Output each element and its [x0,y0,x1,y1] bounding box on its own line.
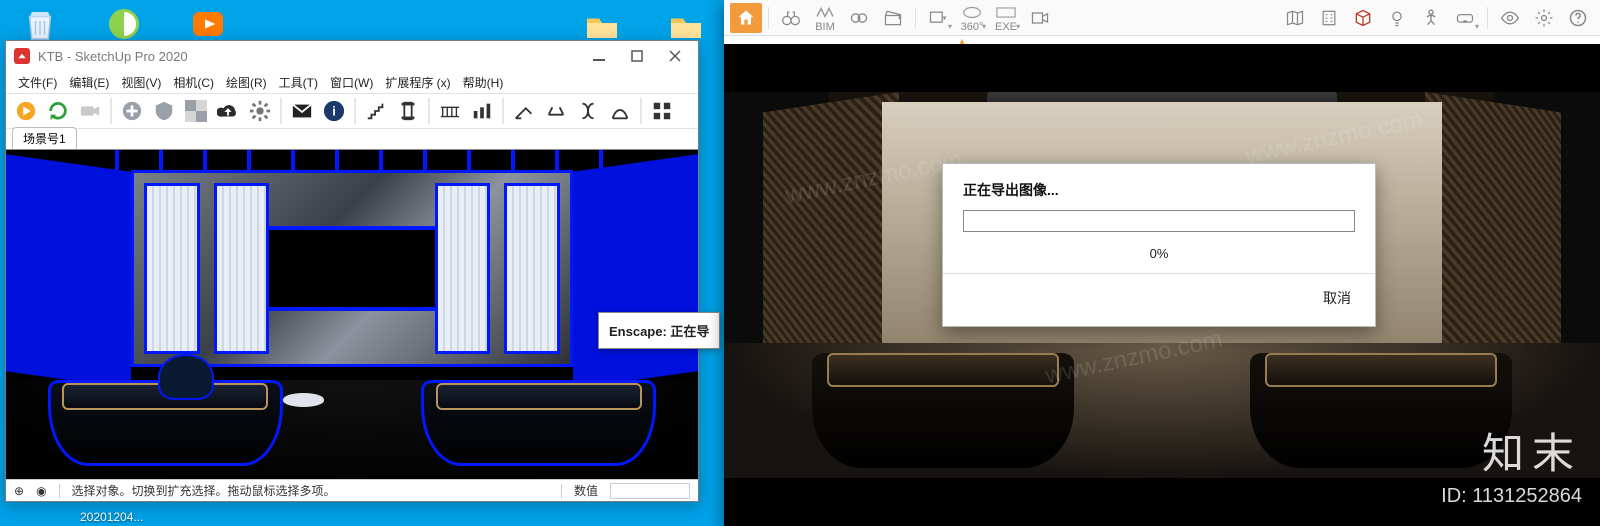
building-icon[interactable] [1313,3,1345,33]
railing-icon[interactable] [436,97,464,125]
enscape-popup-rest: 正在导 [667,324,710,339]
cancel-button[interactable]: 取消 [1319,284,1355,312]
search-binoculars-icon[interactable] [843,3,875,33]
info-icon[interactable]: i [320,97,348,125]
shield-icon[interactable] [150,97,178,125]
scene-tabs: 场景号1 [6,129,698,149]
home-icon[interactable] [730,3,762,33]
status-help-text: 选择对象。切换到扩充选择。拖动鼠标选择多项。 [72,482,336,499]
video-export-icon[interactable] [1024,3,1056,33]
checker-icon[interactable] [182,97,210,125]
desktop-file-label: 20201204... [80,510,143,524]
bim-label: BIM [815,22,835,33]
settings-gear-icon[interactable] [1528,3,1560,33]
main-toolbar: i [6,93,698,129]
grid-icon[interactable] [648,97,676,125]
menu-ext[interactable]: 扩展程序 (x) [381,72,454,93]
active-tool-caret: ▴ [724,36,1600,44]
watermark: 知末 ID: 1131252864 [1441,420,1582,508]
enscape-toolbar: BIM ▾ 360°▾ EXE▾ ▾ [724,0,1600,36]
map-icon[interactable] [1279,3,1311,33]
tool3-icon[interactable] [574,97,602,125]
menu-window[interactable]: 窗口(W) [326,72,377,93]
exe-label: EXE [995,22,1017,33]
export-progress-bar [963,210,1355,232]
watermark-id: ID: 1131252864 [1441,485,1582,508]
export-dialog: 正在导出图像... 0% 取消 [942,163,1376,327]
help-icon[interactable] [1562,3,1594,33]
pano-button[interactable]: 360°▾ [956,3,988,33]
pano-label: 360° [961,22,984,33]
enscape-status-popup: Enscape: 正在导 [598,312,720,349]
toolbar-separator [110,98,112,124]
eye-icon[interactable] [1494,3,1526,33]
binoculars-icon[interactable] [775,3,807,33]
menu-view[interactable]: 视图(V) [117,72,165,93]
cloud-upload-icon[interactable] [214,97,242,125]
tool4-icon[interactable] [606,97,634,125]
toolbar-separator [502,98,504,124]
toolbar-separator [280,98,282,124]
enscape-popup-prefix: Enscape: [609,324,667,339]
sketchup-window: KTB - SketchUp Pro 2020 文件(F) 编辑(E) 视图(V… [5,40,699,502]
window-title: KTB - SketchUp Pro 2020 [38,49,576,64]
minimize-button[interactable] [584,45,614,67]
toolbar-separator [354,98,356,124]
menu-help[interactable]: 帮助(H) [459,72,508,93]
stairs-icon[interactable] [362,97,390,125]
watermark-brand: 知末 [1441,420,1582,481]
menu-camera[interactable]: 相机(C) [169,72,218,93]
menu-file[interactable]: 文件(F) [14,72,61,93]
mail-icon[interactable] [288,97,316,125]
tool1-icon[interactable] [510,97,538,125]
export-progress-percent: 0% [943,240,1375,273]
bars-icon[interactable] [468,97,496,125]
status-geo-icon[interactable]: ⊕ [14,484,24,498]
title-bar[interactable]: KTB - SketchUp Pro 2020 [6,41,698,71]
status-value-label: 数值 [574,482,598,499]
light-icon[interactable] [1381,3,1413,33]
maximize-button[interactable] [622,45,652,67]
status-bar: ⊕ ◉ 选择对象。切换到扩充选择。拖动鼠标选择多项。 数值 [6,479,698,501]
vr-icon[interactable]: ▾ [1449,3,1481,33]
sketchup-viewport[interactable] [6,149,698,479]
refresh-icon[interactable] [44,97,72,125]
bim-button[interactable]: BIM [809,3,841,33]
scene-tab[interactable]: 场景号1 [12,127,77,149]
sketchup-app-icon [14,48,30,64]
exe-export-button[interactable]: EXE▾ [990,3,1022,33]
clapper-icon[interactable] [877,3,909,33]
menu-edit[interactable]: 编辑(E) [65,72,113,93]
menu-bar: 文件(F) 编辑(E) 视图(V) 相机(C) 绘图(R) 工具(T) 窗口(W… [6,71,698,93]
tool2-icon[interactable] [542,97,570,125]
close-button[interactable] [660,45,690,67]
menu-tools[interactable]: 工具(T) [275,72,322,93]
toolbar-separator [428,98,430,124]
add-icon[interactable] [118,97,146,125]
figure-icon[interactable] [1415,3,1447,33]
gear-icon[interactable] [246,97,274,125]
status-person-icon[interactable]: ◉ [36,484,46,498]
status-value [610,483,690,499]
toolbar-separator [640,98,642,124]
screenshot-icon[interactable]: ▾ [922,3,954,33]
export-dialog-title: 正在导出图像... [943,164,1375,210]
cube-icon[interactable] [1347,3,1379,33]
enscape-start-icon[interactable] [12,97,40,125]
scene-render [6,150,698,479]
camera-icon[interactable] [76,97,104,125]
svg-text:i: i [332,104,336,119]
column-icon[interactable] [394,97,422,125]
menu-draw[interactable]: 绘图(R) [222,72,271,93]
